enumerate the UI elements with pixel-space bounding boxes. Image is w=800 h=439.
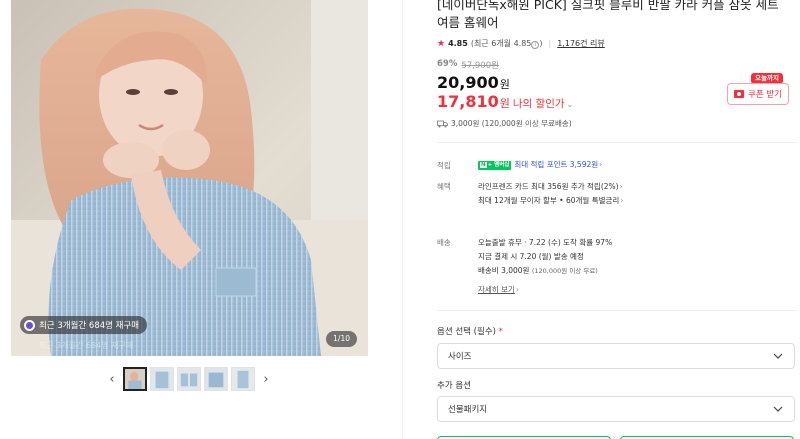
shipping-summary-text: 3,000원 (120,000원 이상 무료배송) <box>451 119 572 128</box>
shipping-summary: 3,000원 (120,000원 이상 무료배송) <box>437 118 572 129</box>
chevron-right-icon: › <box>619 182 623 191</box>
delivery-dispatch: 지금 결제 시 7.20 (월) 발송 예정 <box>478 252 584 261</box>
gift-package-select[interactable]: 선물패키지 <box>437 396 795 422</box>
product-title: [네이버단독x해원 PICK] 실크핏 블루비 반팔 카라 커플 잠옷 세트 여… <box>437 0 779 30</box>
size-select[interactable]: 사이즈 <box>437 343 795 369</box>
thumbnail-2[interactable] <box>150 367 174 391</box>
truck-icon <box>437 120 448 127</box>
chevron-right-icon: › <box>620 196 624 205</box>
model-photo <box>11 0 368 356</box>
option-select-label: 옵션 선택 (필수) * <box>437 327 503 337</box>
thumbnail-4[interactable] <box>204 367 228 391</box>
coupon-button-label: 쿠폰 받기 <box>748 90 782 100</box>
npay-membership-badge: N + 멤버십 <box>478 161 512 170</box>
main-product-photo[interactable]: 최근 3개월간 684명 재구매 최근 3개월간 684명 재구매 1/10 <box>11 0 368 356</box>
repurchase-badge: 최근 3개월간 684명 재구매 <box>20 316 148 334</box>
divider <box>437 142 797 143</box>
perks-label: 혜택 <box>437 182 451 191</box>
points-label: 적립 <box>437 161 451 170</box>
coupon-button[interactable]: 쿠폰 받기 <box>727 83 789 105</box>
my-sale-price-row[interactable]: 17,810 원 나의 할인가 ⌄ <box>437 92 573 111</box>
sale-price: 20,900 <box>437 73 499 92</box>
divider <box>437 310 797 311</box>
thumbnail-5[interactable] <box>231 367 255 391</box>
repurchase-text: 최근 3개월간 684명 재구매 <box>39 321 140 331</box>
review-count-link[interactable]: 1,176건 리뷰 <box>557 38 605 49</box>
installment-row[interactable]: 최대 12개월 무이자 할부 • 60개월 특별금리› <box>478 195 623 206</box>
my-sale-price: 17,810 <box>437 92 499 111</box>
thumbnail-1[interactable] <box>123 367 147 391</box>
card-points-row[interactable]: 라인프렌즈 카드 최대 356원 추가 적립(2%)› <box>478 181 623 192</box>
delivery-eta: 오늘출발 휴무 · 7.22 (수) 도착 확률 97% <box>478 238 613 247</box>
chevron-down-icon <box>773 353 783 359</box>
points-row[interactable]: N + 멤버십 최대 적립 포인트 3,592원› <box>478 159 602 170</box>
original-price: 57,900원 <box>461 61 499 71</box>
rating-row: ★ 4.85 (최근 6개월 4.85 i) | 1,176건 리뷰 <box>437 38 605 49</box>
thumbnail-3[interactable] <box>177 367 201 391</box>
thumb-prev-icon[interactable]: ‹ <box>104 366 120 392</box>
size-select-value: 사이즈 <box>448 352 472 362</box>
coupon-icon <box>734 90 744 98</box>
my-sale-price-unit: 원 <box>499 97 510 110</box>
delivery-label: 배송 <box>437 238 451 247</box>
discount-row: 69% 57,900원 <box>437 59 499 71</box>
chevron-right-icon: › <box>599 160 603 169</box>
sale-price-unit: 원 <box>499 78 510 91</box>
separator: | <box>548 39 552 48</box>
star-icon: ★ <box>437 38 446 49</box>
faded-caption: 최근 3개월간 684명 재구매 <box>39 341 134 350</box>
column-divider <box>402 0 403 439</box>
chevron-down-icon: ⌄ <box>566 100 574 109</box>
thumb-next-icon[interactable]: › <box>258 366 274 392</box>
extra-option-label: 추가 옵션 <box>437 381 471 391</box>
rating-score: 4.85 <box>448 39 468 48</box>
chevron-down-icon <box>773 406 783 412</box>
thumbnail-strip: ‹ › <box>104 366 274 392</box>
max-points-link: 최대 적립 포인트 3,592원 <box>514 160 599 169</box>
discount-rate: 69% <box>437 59 458 69</box>
price-row: 20,900 원 <box>437 73 510 92</box>
gift-package-value: 선물패키지 <box>448 405 488 415</box>
delivery-detail-link[interactable]: 자세히 보기› <box>478 284 519 295</box>
rating-recent: (최근 6개월 4.85 i) <box>470 39 543 49</box>
chevron-right-icon: › <box>515 285 519 294</box>
image-page-counter: 1/10 <box>326 331 357 347</box>
delivery-fee: 배송비 3,000원 (120,000원 이상 무료) <box>478 266 598 275</box>
my-sale-label: 나의 할인가 <box>512 98 565 110</box>
repurchase-icon <box>24 319 35 331</box>
